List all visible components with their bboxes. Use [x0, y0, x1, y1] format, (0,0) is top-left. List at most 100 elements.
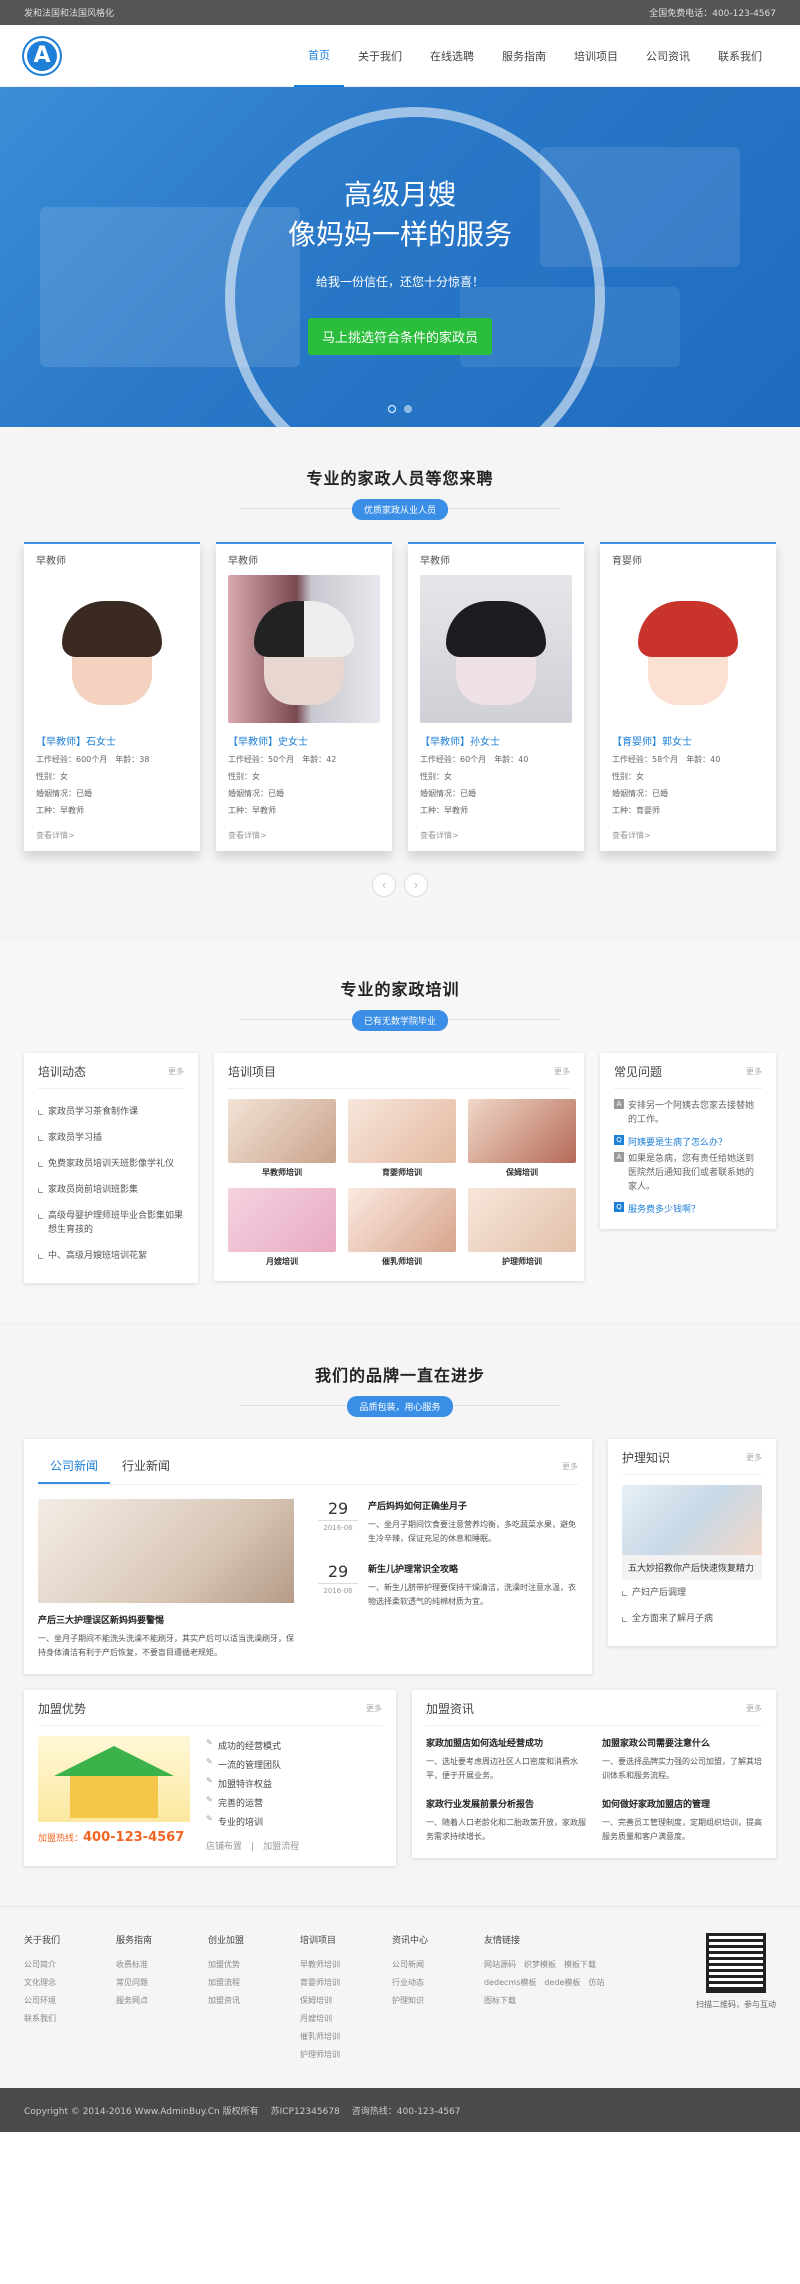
staff-card[interactable]: 早教师 【早教师】石女士 工作经验：600个月 年龄：38 性别：女 婚姻情况：…: [24, 542, 200, 851]
join-item[interactable]: 完善的运营: [206, 1793, 299, 1812]
friend-link[interactable]: 图标下载: [484, 1992, 516, 2010]
join-item[interactable]: 加盟特许权益: [206, 1774, 299, 1793]
card-more-link[interactable]: 查看详情>: [36, 830, 188, 841]
slider-dot[interactable]: [404, 405, 412, 413]
training-item[interactable]: 护理师培训: [468, 1188, 577, 1267]
join-link[interactable]: 加盟流程: [263, 1842, 299, 1852]
staff-photo[interactable]: [228, 575, 380, 723]
faq-question[interactable]: 服务费多少钱啊？: [614, 1202, 762, 1215]
news-title[interactable]: 产后妈妈如何正确坐月子: [368, 1499, 578, 1512]
news-title[interactable]: 产后三大护理误区新妈妈要警惕: [38, 1613, 294, 1626]
training-item[interactable]: 催乳师培训: [348, 1188, 457, 1267]
news-item[interactable]: 加盟家政公司需要注意什么 一、要选择品牌实力强的公司加盟，了解其培训体系和服务流程…: [602, 1736, 762, 1783]
footer-link[interactable]: 常见问题: [116, 1974, 208, 1992]
join-item[interactable]: 专业的培训: [206, 1812, 299, 1831]
news-item[interactable]: 29 2016-06 产后妈妈如何正确坐月子 一、坐月子期间饮食要注意营养均衡，多吃…: [318, 1499, 578, 1546]
footer-link[interactable]: 保姆培训: [300, 1992, 392, 2010]
list-item[interactable]: 中、高级月嫂班培训花絮: [38, 1243, 184, 1269]
nav-item-news[interactable]: 公司资讯: [632, 25, 704, 87]
icp-number[interactable]: 苏ICP12345678: [271, 2104, 340, 2117]
staff-card[interactable]: 早教师 【早教师】史女士 工作经验：50个月 年龄：42 性别：女 婚姻情况：已…: [216, 542, 392, 851]
join-item[interactable]: 成功的经营模式: [206, 1736, 299, 1755]
join-item[interactable]: 一流的管理团队: [206, 1755, 299, 1774]
footer-link[interactable]: 加盟资讯: [208, 1992, 300, 2010]
tab-company-news[interactable]: 公司新闻: [38, 1449, 111, 1484]
friend-link[interactable]: dede模板: [544, 1974, 580, 1992]
list-item[interactable]: 高级母婴护理师班毕业合影集如果想生育孩的: [38, 1203, 184, 1243]
logo[interactable]: A: [24, 37, 60, 74]
card-name[interactable]: 【早教师】孙女士: [420, 733, 572, 748]
nav-item-guide[interactable]: 服务指南: [488, 25, 560, 87]
card-more-link[interactable]: 查看详情>: [612, 830, 764, 841]
list-item[interactable]: 全方面来了解月子病: [622, 1606, 762, 1632]
friend-link[interactable]: 模板下载: [564, 1956, 596, 1974]
faq-question[interactable]: 阿姨要是生病了怎么办？: [614, 1135, 762, 1148]
tab-industry-news[interactable]: 行业新闻: [110, 1449, 182, 1484]
more-link[interactable]: 更多: [746, 1066, 762, 1077]
chevron-right-icon[interactable]: ›: [404, 873, 428, 897]
news-title[interactable]: 家政加盟店如何选址经营成功: [426, 1736, 586, 1749]
slider-dot[interactable]: [388, 405, 396, 413]
news-title[interactable]: 新生儿护理常识全攻略: [368, 1562, 578, 1575]
chevron-left-icon[interactable]: ‹: [372, 873, 396, 897]
card-name[interactable]: 【早教师】史女士: [228, 733, 380, 748]
card-name[interactable]: 【早教师】石女士: [36, 733, 188, 748]
list-item[interactable]: 免费家政员培训天班影像学礼仪: [38, 1151, 184, 1177]
join-link[interactable]: 店铺布置: [206, 1842, 242, 1852]
staff-card[interactable]: 早教师 【早教师】孙女士 工作经验：60个月 年龄：40 性别：女 婚姻情况：已…: [408, 542, 584, 851]
news-title[interactable]: 家政行业发展前景分析报告: [426, 1797, 586, 1810]
footer-link[interactable]: 公司简介: [24, 1956, 116, 1974]
more-link[interactable]: 更多: [746, 1703, 762, 1714]
list-item[interactable]: 家政员岗前培训班影集: [38, 1177, 184, 1203]
footer-link[interactable]: 早教师培训: [300, 1956, 392, 1974]
training-item[interactable]: 育婴师培训: [348, 1099, 457, 1178]
friend-link[interactable]: 网站源码: [484, 1956, 516, 1974]
staff-photo[interactable]: [612, 575, 764, 723]
training-item[interactable]: 保姆培训: [468, 1099, 577, 1178]
news-title[interactable]: 加盟家政公司需要注意什么: [602, 1736, 762, 1749]
care-image[interactable]: [622, 1485, 762, 1555]
footer-link[interactable]: 护理师培训: [300, 2046, 392, 2064]
more-link[interactable]: 更多: [746, 1452, 762, 1463]
footer-link[interactable]: 服务网点: [116, 1992, 208, 2010]
training-item[interactable]: 月嫂培训: [228, 1188, 337, 1267]
friend-link[interactable]: 织梦模板: [524, 1956, 556, 1974]
friend-link[interactable]: dedecms模板: [484, 1974, 536, 1992]
news-item[interactable]: 家政加盟店如何选址经营成功 一、选址要考虑周边社区人口密度和消费水平，便于开展业务…: [426, 1736, 586, 1783]
list-item[interactable]: 家政员学习插: [38, 1125, 184, 1151]
footer-link[interactable]: 公司新闻: [392, 1956, 484, 1974]
news-image[interactable]: [38, 1499, 294, 1603]
staff-photo[interactable]: [36, 575, 188, 723]
footer-link[interactable]: 月嫂培训: [300, 2010, 392, 2028]
staff-photo[interactable]: [420, 575, 572, 723]
more-link[interactable]: 更多: [366, 1703, 382, 1714]
footer-link[interactable]: 收费标准: [116, 1956, 208, 1974]
staff-card[interactable]: 育婴师 【育婴师】郭女士 工作经验：58个月 年龄：40 性别：女 婚姻情况：已…: [600, 542, 776, 851]
card-more-link[interactable]: 查看详情>: [420, 830, 572, 841]
nav-item-contact[interactable]: 联系我们: [704, 25, 776, 87]
nav-item-home[interactable]: 首页: [294, 25, 344, 87]
card-more-link[interactable]: 查看详情>: [228, 830, 380, 841]
nav-item-training[interactable]: 培训项目: [560, 25, 632, 87]
more-link[interactable]: 更多: [562, 1461, 578, 1472]
footer-link[interactable]: 育婴师培训: [300, 1974, 392, 1992]
care-caption[interactable]: 五大妙招教你产后快速恢复精力: [622, 1555, 762, 1580]
training-item[interactable]: 早教师培训: [228, 1099, 337, 1178]
more-link[interactable]: 更多: [554, 1066, 570, 1077]
list-item[interactable]: 产妇产后调理: [622, 1580, 762, 1606]
news-item[interactable]: 如何做好家政加盟店的管理 一、完善员工管理制度，定期组织培训，提高服务质量和客户满…: [602, 1797, 762, 1844]
lead-news[interactable]: 产后三大护理误区新妈妈要警惕 一、坐月子期间不能洗头洗澡不能刷牙，其实产后可以适…: [38, 1499, 294, 1660]
more-link[interactable]: 更多: [168, 1066, 184, 1077]
news-title[interactable]: 如何做好家政加盟店的管理: [602, 1797, 762, 1810]
list-item[interactable]: 家政员学习茶食制作课: [38, 1099, 184, 1125]
footer-link[interactable]: 加盟流程: [208, 1974, 300, 1992]
footer-link[interactable]: 文化理念: [24, 1974, 116, 1992]
nav-item-about[interactable]: 关于我们: [344, 25, 416, 87]
footer-link[interactable]: 护理知识: [392, 1992, 484, 2010]
footer-link[interactable]: 公司环境: [24, 1992, 116, 2010]
hero-cta-button[interactable]: 马上挑选符合条件的家政员: [307, 318, 492, 355]
news-item[interactable]: 家政行业发展前景分析报告 一、随着人口老龄化和二胎政策开放，家政服务需求持续增长。: [426, 1797, 586, 1844]
footer-link[interactable]: 行业动态: [392, 1974, 484, 1992]
footer-link[interactable]: 催乳师培训: [300, 2028, 392, 2046]
footer-link[interactable]: 联系我们: [24, 2010, 116, 2028]
